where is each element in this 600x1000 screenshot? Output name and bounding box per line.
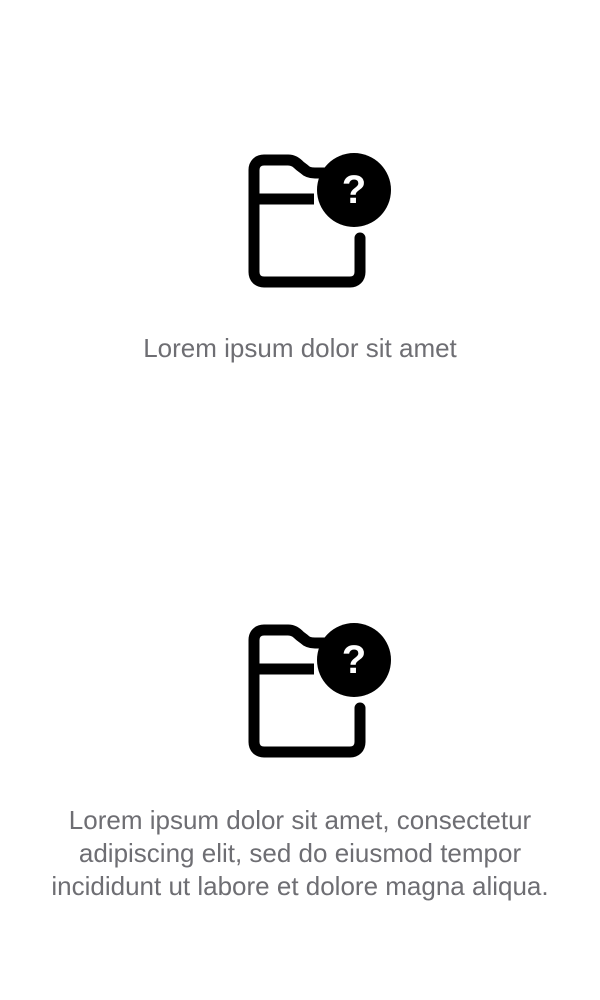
svg-text:?: ? bbox=[342, 638, 366, 682]
empty-state-long: ? Lorem ipsum dolor sit amet, consectetu… bbox=[0, 622, 600, 903]
empty-state-message: Lorem ipsum dolor sit amet, consectetur … bbox=[51, 805, 549, 901]
empty-state-message: Lorem ipsum dolor sit amet bbox=[143, 333, 457, 363]
svg-text:?: ? bbox=[342, 168, 366, 212]
folder-question-icon: ? bbox=[248, 623, 391, 758]
folder-question-icon: ? bbox=[248, 153, 391, 288]
empty-state-short: ? Lorem ipsum dolor sit amet bbox=[0, 152, 600, 365]
